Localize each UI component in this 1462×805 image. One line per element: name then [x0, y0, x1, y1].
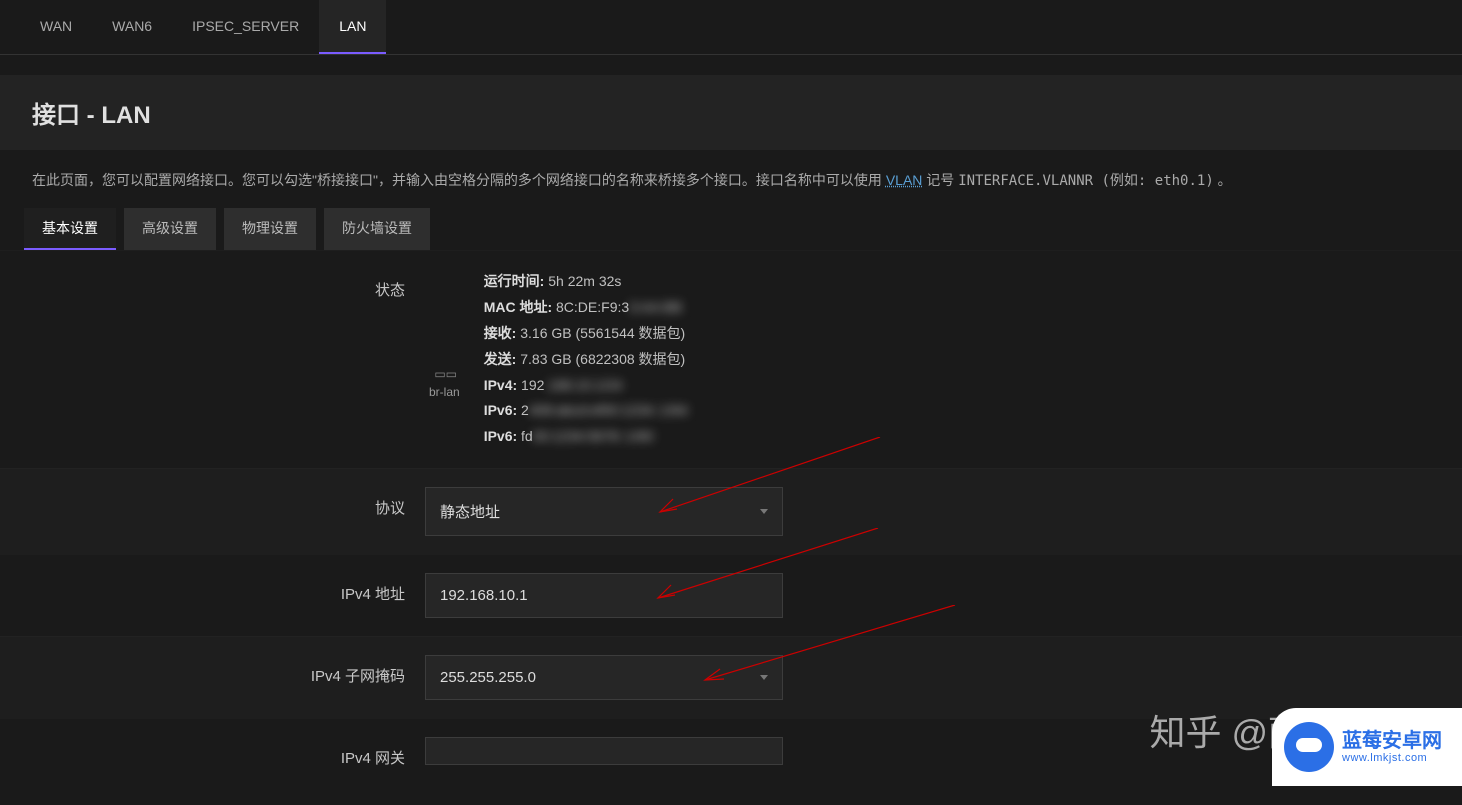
uptime-label: 运行时间:: [484, 273, 545, 289]
mac-blur: 3:AA:BB: [629, 299, 682, 315]
chevron-down-icon: [760, 675, 768, 680]
label-ipv4-netmask: IPv4 子网掩码: [0, 655, 425, 686]
row-ipv4-gateway: IPv4 网关: [0, 718, 1462, 786]
tab-advanced-settings[interactable]: 高级设置: [124, 208, 216, 250]
mac-label: MAC 地址:: [484, 299, 552, 315]
interface-tabs: WAN WAN6 IPSEC_SERVER LAN: [0, 0, 1462, 55]
tab-physical-settings[interactable]: 物理设置: [224, 208, 316, 250]
ipv4-prefix: 192: [521, 377, 544, 393]
status-block: 运行时间: 5h 22m 32s MAC 地址: 8C:DE:F9:33:AA:…: [484, 269, 688, 450]
desc-text-2: 记号: [922, 172, 958, 188]
ipv4-label: IPv4:: [484, 377, 517, 393]
desc-text-3: 。: [1214, 172, 1232, 188]
tab-wan[interactable]: WAN: [20, 0, 92, 54]
settings-tabs: 基本设置 高级设置 物理设置 防火墙设置: [0, 200, 1462, 250]
blueberry-logo-icon: [1284, 722, 1334, 772]
bridge-icon: ▭▭: [434, 367, 454, 379]
ipv6b-label: IPv6:: [484, 428, 517, 444]
mac-prefix: 8C:DE:F9:3: [556, 299, 629, 315]
page-title: 接口 - LAN: [32, 95, 1430, 130]
uptime-value: 5h 22m 32s: [548, 273, 621, 289]
row-protocol: 协议 静态地址: [0, 468, 1462, 554]
label-ipv4-address: IPv4 地址: [0, 573, 425, 604]
ipv6b-blur: 00:1234:5678::1/60: [533, 428, 654, 444]
rx-value: 3.16 GB (5561544 数据包): [520, 325, 685, 341]
ipv4-gateway-input[interactable]: [425, 737, 783, 765]
row-ipv4-netmask: IPv4 子网掩码 255.255.255.0: [0, 636, 1462, 718]
row-ipv4-address: IPv4 地址 192.168.10.1: [0, 554, 1462, 636]
page-description: 在此页面，您可以配置网络接口。您可以勾选"桥接接口"，并输入由空格分隔的多个网络…: [0, 150, 1462, 200]
protocol-select[interactable]: 静态地址: [425, 487, 783, 536]
ipv6a-prefix: 2: [521, 402, 529, 418]
ipv4-netmask-value: 255.255.255.0: [440, 669, 536, 686]
label-status: 状态: [0, 269, 425, 300]
label-ipv4-gateway: IPv4 网关: [0, 737, 425, 768]
tx-label: 发送:: [484, 351, 517, 367]
badge-title: 蓝莓安卓网: [1342, 730, 1442, 752]
desc-text-1: 在此页面，您可以配置网络接口。您可以勾选"桥接接口"，并输入由空格分隔的多个网络…: [32, 172, 886, 188]
ipv4-netmask-select[interactable]: 255.255.255.0: [425, 655, 783, 700]
tab-lan[interactable]: LAN: [319, 0, 386, 54]
interface-name: br-lan: [429, 385, 460, 399]
label-protocol: 协议: [0, 487, 425, 518]
row-status: 状态 ▭▭ br-lan 运行时间: 5h 22m 32s MAC 地址: 8C…: [0, 250, 1462, 468]
site-badge: 蓝莓安卓网 www.lmkjst.com: [1272, 708, 1462, 786]
badge-url: www.lmkjst.com: [1342, 752, 1442, 764]
tab-basic-settings[interactable]: 基本设置: [24, 208, 116, 250]
page-header: 接口 - LAN: [0, 75, 1462, 150]
tx-value: 7.83 GB (6822308 数据包): [520, 351, 685, 367]
protocol-value: 静态地址: [440, 501, 500, 522]
ipv6a-blur: 408:abcd:ef00:1234::1/64: [529, 402, 688, 418]
vlan-link[interactable]: VLAN: [886, 172, 923, 188]
interface-badge: ▭▭ br-lan: [425, 357, 464, 403]
ipv6a-label: IPv6:: [484, 402, 517, 418]
tab-wan6[interactable]: WAN6: [92, 0, 172, 54]
ipv4-blur: .168.10.1/24: [544, 377, 622, 393]
rx-label: 接收:: [484, 325, 517, 341]
tab-ipsec-server[interactable]: IPSEC_SERVER: [172, 0, 319, 54]
ipv4-address-input[interactable]: 192.168.10.1: [425, 573, 783, 618]
chevron-down-icon: [760, 509, 768, 514]
tab-firewall-settings[interactable]: 防火墙设置: [324, 208, 430, 250]
desc-mono: INTERFACE.VLANNR (例如: eth0.1): [958, 173, 1214, 189]
ipv6b-prefix: fd: [521, 428, 533, 444]
